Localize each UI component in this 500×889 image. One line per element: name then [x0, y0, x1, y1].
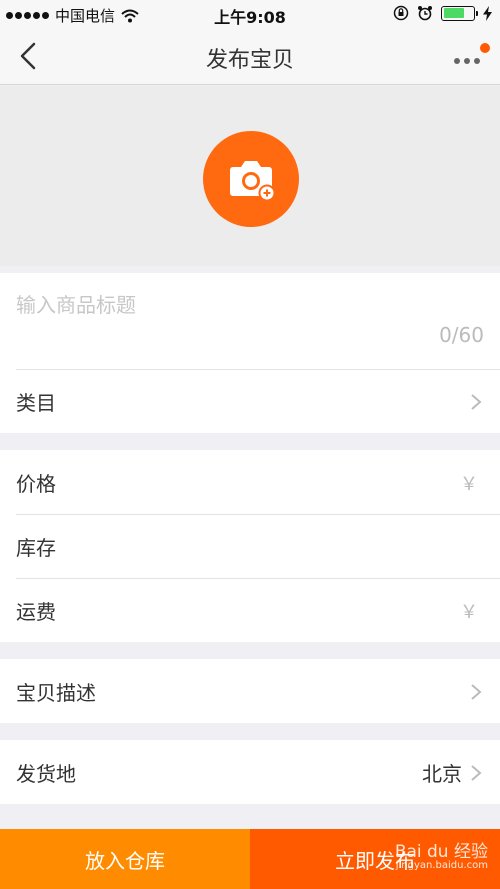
nav-bar: 发布宝贝	[0, 28, 500, 85]
shipping-currency: ￥	[460, 602, 478, 623]
ship-from-label: 发货地	[16, 762, 76, 786]
title-input[interactable]	[16, 293, 476, 317]
page-title: 发布宝贝	[205, 48, 294, 73]
more-icon-dot	[474, 58, 480, 64]
row-divider	[16, 369, 500, 370]
bottom-action-bar: 放入仓库 立即发布 Bai du 经验 jingyan.baidu.com	[0, 829, 500, 889]
more-icon-dot	[464, 58, 470, 64]
price-currency: ￥	[460, 474, 478, 495]
camera-add-icon	[230, 161, 276, 202]
battery-fill	[443, 8, 464, 18]
watermark-url: jingyan.baidu.com	[395, 860, 488, 871]
stock-row[interactable]: 库存	[0, 514, 500, 578]
add-photo-button[interactable]	[203, 131, 299, 227]
status-bar: 中国电信 上午9:08	[0, 0, 500, 28]
alarm-icon	[418, 6, 432, 21]
description-label: 宝贝描述	[16, 681, 96, 705]
status-right	[393, 5, 492, 21]
price-row[interactable]: 价格 ￥	[0, 450, 500, 514]
chevron-right-icon	[471, 394, 482, 410]
category-label: 类目	[16, 391, 56, 415]
title-section: 0/60 类目	[0, 273, 500, 433]
battery-icon	[441, 5, 478, 21]
more-icon	[454, 58, 460, 64]
baidu-watermark: Bai du 经验 jingyan.baidu.com	[395, 837, 488, 871]
shipping-fee-label: 运费	[16, 600, 56, 624]
ship-from-row[interactable]: 发货地 北京	[0, 740, 500, 804]
shipping-fee-row[interactable]: 运费 ￥	[0, 578, 500, 642]
more-button[interactable]	[454, 43, 490, 64]
rotation-lock-icon	[393, 5, 409, 21]
category-row[interactable]: 类目	[0, 369, 500, 433]
photo-upload-area	[0, 86, 500, 266]
watermark-brand: Bai du 经验	[394, 842, 488, 862]
stock-label: 库存	[16, 536, 56, 560]
row-divider	[16, 514, 500, 515]
chevron-right-icon	[471, 765, 482, 781]
row-divider	[16, 578, 500, 579]
char-count: 0/60	[439, 323, 484, 347]
description-row[interactable]: 宝贝描述	[0, 659, 500, 723]
save-to-warehouse-button[interactable]: 放入仓库	[0, 829, 250, 889]
ship-from-value: 北京	[422, 762, 462, 786]
publish-now-button[interactable]: 立即发布 Bai du 经验 jingyan.baidu.com	[250, 829, 500, 889]
price-label: 价格	[16, 472, 56, 496]
charging-icon	[483, 5, 492, 21]
chevron-right-icon	[471, 684, 482, 700]
notification-badge	[480, 43, 490, 53]
